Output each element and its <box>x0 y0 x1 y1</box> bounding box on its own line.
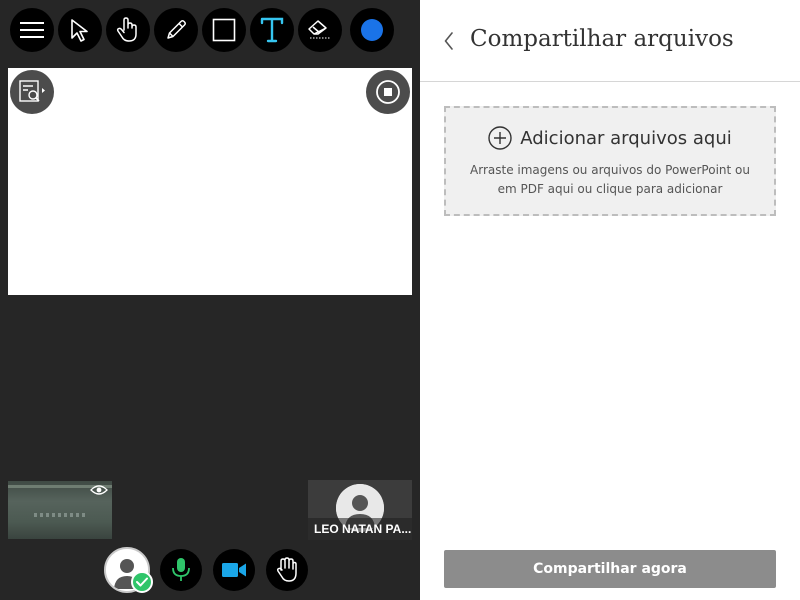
eraser-icon <box>308 20 330 39</box>
pencil-icon <box>167 20 186 39</box>
dropzone-title: Adicionar arquivos aqui <box>520 127 732 149</box>
color-picker-button[interactable] <box>350 8 394 52</box>
self-video-preview <box>8 481 112 539</box>
panel-header: Compartilhar arquivos <box>420 0 800 82</box>
participant-name: LEO NATAN PA... <box>308 518 412 540</box>
menu-icon <box>20 22 44 38</box>
rectangle-icon <box>212 18 236 42</box>
color-picker-icon <box>361 19 383 41</box>
select-arrow-icon <box>71 19 88 42</box>
participant-tile[interactable]: LEO NATAN PA... <box>308 480 412 540</box>
eraser-tool-button[interactable] <box>298 8 342 52</box>
status-check-badge <box>131 571 153 593</box>
camera-button[interactable] <box>213 549 255 591</box>
microphone-icon <box>172 558 190 581</box>
panel-title: Compartilhar arquivos <box>470 26 734 52</box>
stop-sharing-button[interactable] <box>366 70 410 114</box>
content-browse-button[interactable] <box>10 70 54 114</box>
hand-pan-icon <box>116 17 137 42</box>
raise-hand-button[interactable] <box>266 549 308 591</box>
file-dropzone[interactable]: Adicionar arquivos aqui Arraste imagens … <box>444 106 776 216</box>
dropzone-description: Arraste imagens ou arquivos do PowerPoin… <box>470 163 750 196</box>
video-frame-detail <box>34 513 86 517</box>
checkmark-icon <box>136 577 148 587</box>
select-tool-button[interactable] <box>58 8 102 52</box>
menu-button[interactable] <box>10 8 54 52</box>
stop-icon <box>376 80 400 104</box>
back-button[interactable] <box>438 26 460 56</box>
pan-tool-button[interactable] <box>106 8 150 52</box>
whiteboard-canvas[interactable] <box>8 68 412 295</box>
microphone-button[interactable] <box>160 549 202 591</box>
text-tool-icon <box>260 17 284 43</box>
add-circle-icon <box>488 126 512 150</box>
chevron-left-icon <box>444 32 453 50</box>
share-files-panel: Compartilhar arquivos Adicionar arquivos… <box>420 0 800 600</box>
shape-tool-button[interactable] <box>202 8 246 52</box>
eye-icon[interactable] <box>90 484 108 496</box>
text-tool-button[interactable] <box>250 8 294 52</box>
session-stage: LEO NATAN PA... <box>0 0 420 600</box>
share-now-button[interactable]: Compartilhar agora <box>444 550 776 588</box>
content-search-icon <box>19 80 45 102</box>
video-camera-icon <box>222 563 246 577</box>
pencil-tool-button[interactable] <box>154 8 198 52</box>
raise-hand-icon <box>276 557 297 582</box>
